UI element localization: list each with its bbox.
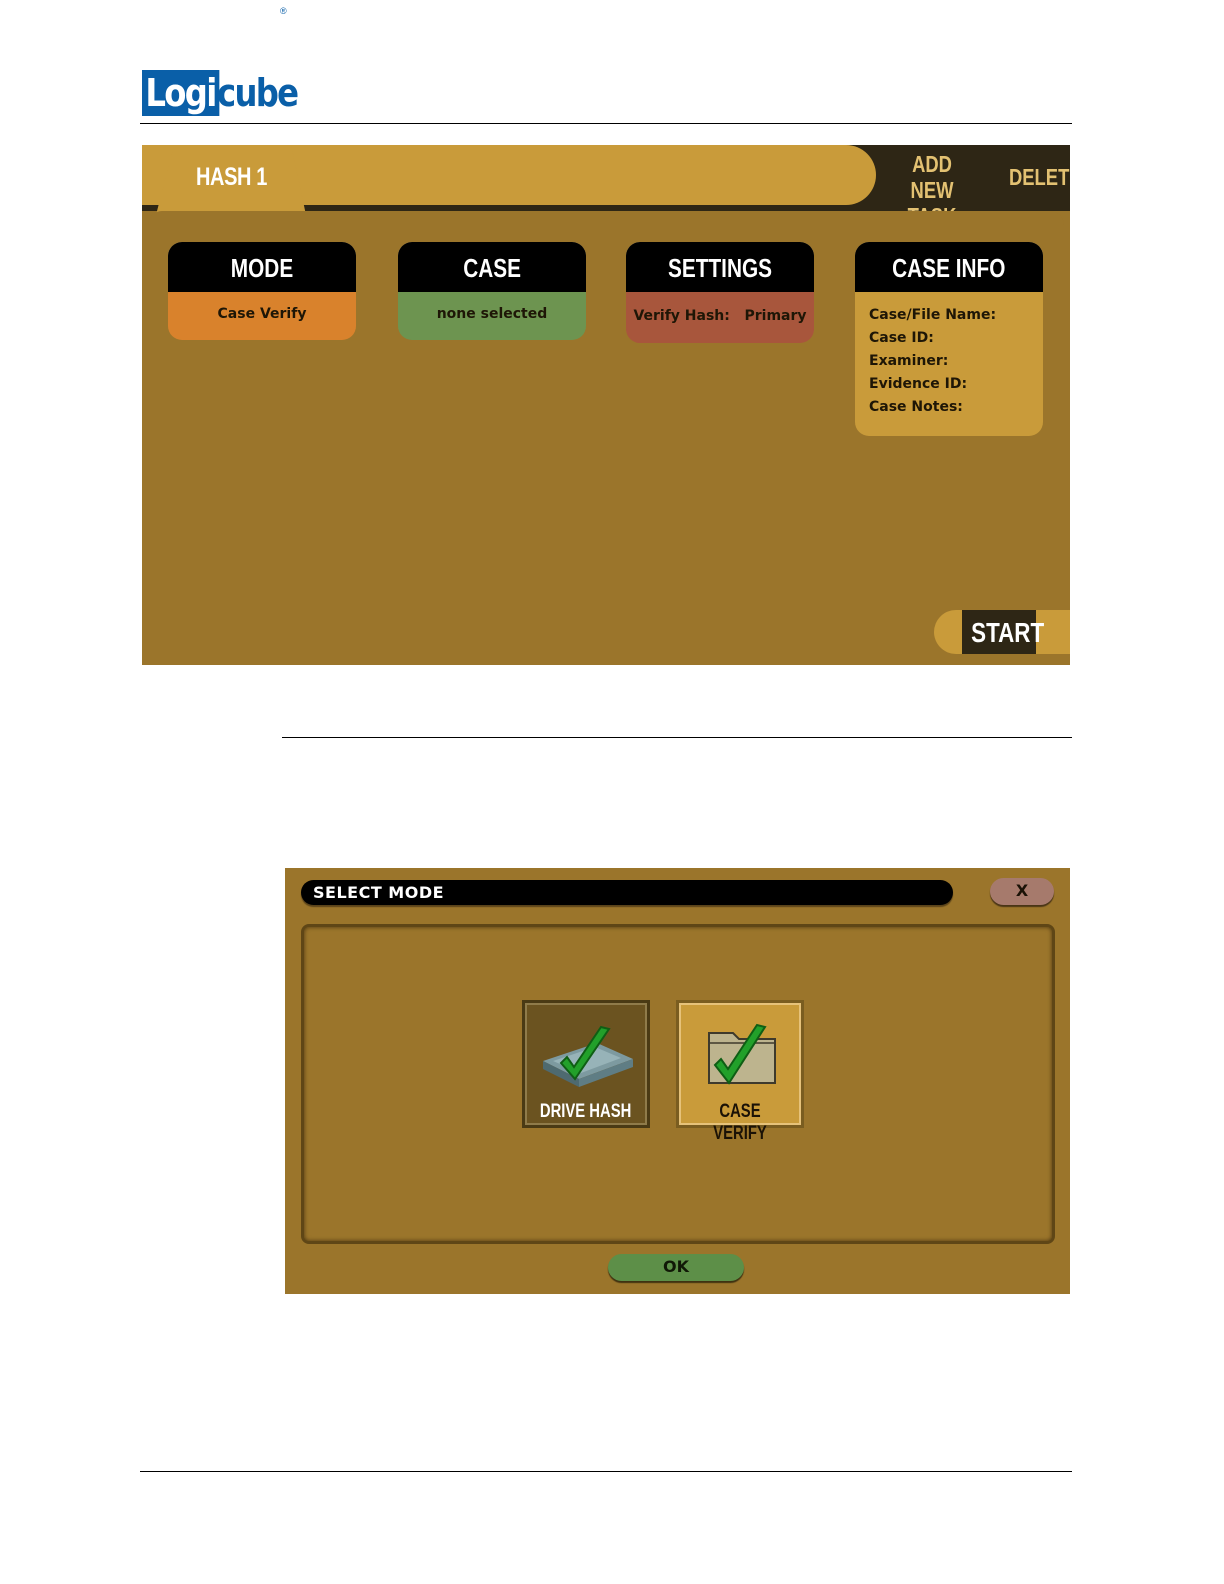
case-card-title: CASE — [398, 242, 586, 292]
case-file-name-label: Case/File Name: — [869, 307, 997, 323]
logicube-logo: Logi cube — [142, 70, 311, 116]
mode-value: Case Verify — [168, 292, 356, 340]
header-rule — [140, 123, 1072, 124]
ok-button[interactable]: OK — [608, 1254, 744, 1281]
mode-card[interactable]: MODE Case Verify — [168, 242, 356, 340]
registered-mark: ® — [280, 6, 287, 16]
logo-boxed-text: Logi — [142, 70, 219, 116]
select-mode-dialog: SELECT MODE X DRIVE HASH CASE VERIFY OK — [285, 868, 1070, 1294]
mode-card-title: MODE — [168, 242, 356, 292]
examiner-label: Examiner: — [869, 353, 949, 369]
dialog-title-bar: SELECT MODE — [301, 880, 953, 905]
case-notes-label: Case Notes: — [869, 399, 963, 415]
settings-value: Verify Hash: Primary — [626, 292, 814, 343]
drive-check-icon — [543, 1025, 633, 1087]
evidence-id-label: Evidence ID: — [869, 376, 968, 392]
case-card[interactable]: CASE none selected — [398, 242, 586, 340]
drive-hash-option[interactable]: DRIVE HASH — [522, 1000, 650, 1128]
footer-rule — [140, 1471, 1072, 1472]
add-task-line-1: ADD NEW — [910, 151, 954, 203]
case-info-card-title: CASE INFO — [855, 242, 1043, 292]
case-info-card[interactable]: CASE INFO Case/File Name: Case ID: Exami… — [855, 242, 1043, 436]
settings-card-title: SETTINGS — [626, 242, 814, 292]
folder-check-icon — [708, 1023, 776, 1085]
case-verify-option[interactable]: CASE VERIFY — [676, 1000, 804, 1144]
section-rule — [282, 737, 1072, 738]
case-info-fields: Case/File Name: Case ID: Examiner: Evide… — [855, 292, 1043, 436]
close-button[interactable]: X — [990, 878, 1054, 905]
case-value: none selected — [398, 292, 586, 340]
tab-hash-1-label: HASH 1 — [196, 163, 267, 191]
task-screen: HASH 1 ADD NEW TASK DELETE MODE Case Ver… — [142, 145, 1070, 665]
settings-card[interactable]: SETTINGS Verify Hash: Primary — [626, 242, 814, 343]
delete-task-button[interactable]: DELETE — [1009, 164, 1070, 190]
start-button[interactable]: START — [962, 610, 1044, 654]
case-verify-label: CASE VERIFY — [713, 1101, 767, 1144]
drive-hash-label: DRIVE HASH — [540, 1101, 632, 1122]
dialog-title: SELECT MODE — [313, 883, 445, 902]
logo-text: cube — [216, 71, 299, 115]
case-id-label: Case ID: — [869, 330, 934, 346]
